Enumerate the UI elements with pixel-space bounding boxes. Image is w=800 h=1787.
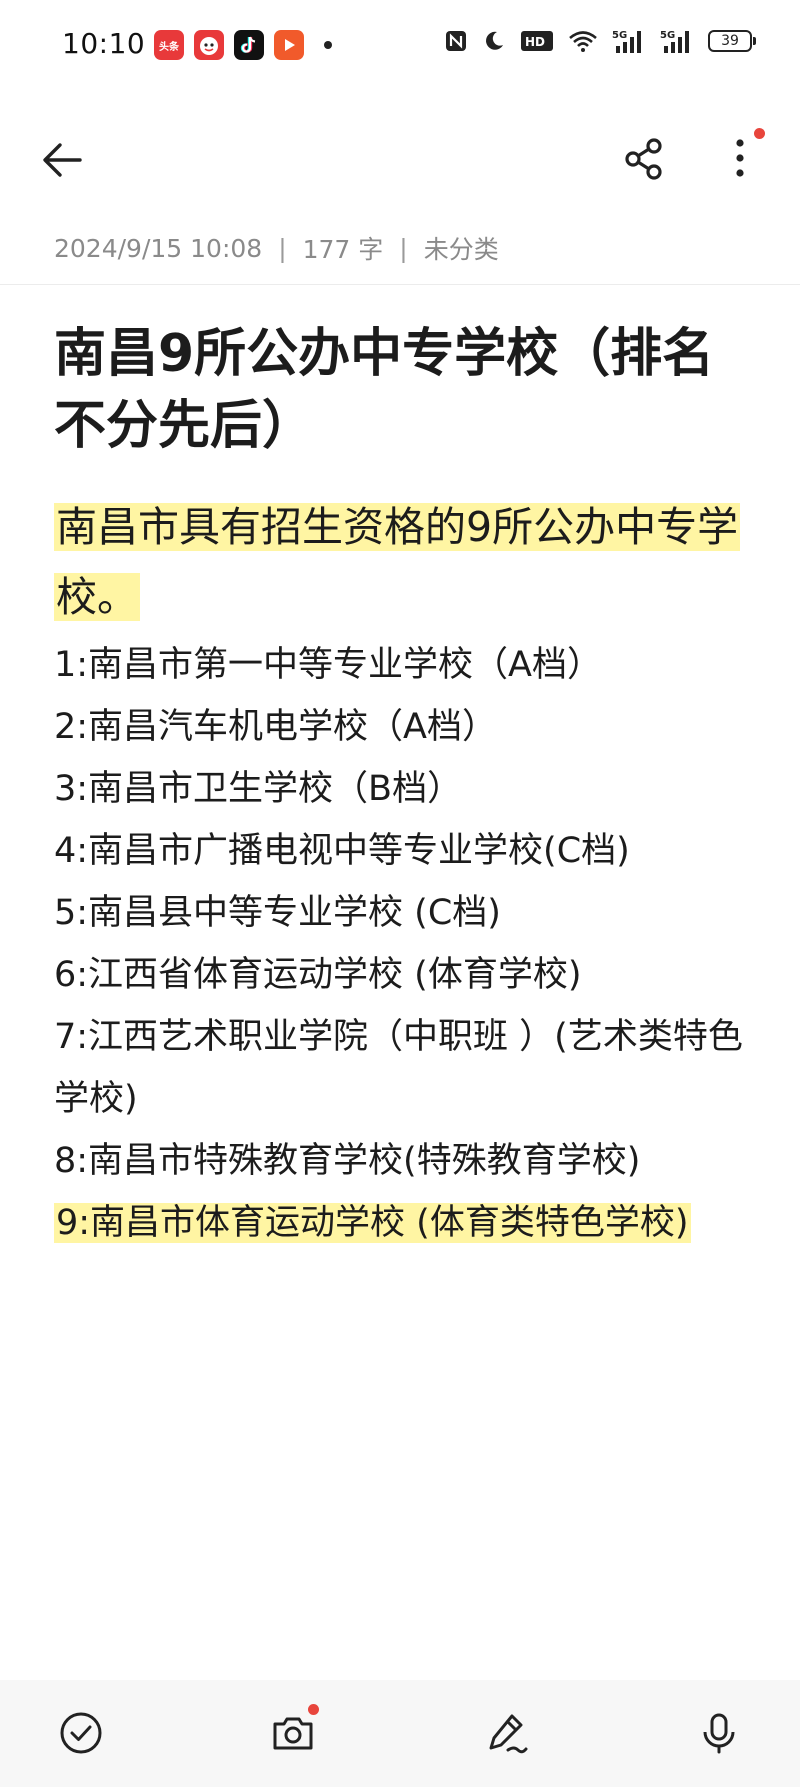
list-item: 7:江西艺术职业学院（中职班 ）(艺术类特色学校) <box>54 1017 743 1119</box>
note-subtitle: 南昌市具有招生资格的9所公办中专学校。 <box>54 492 764 632</box>
more-notification-dot <box>754 128 765 139</box>
more-vertical-icon <box>736 139 744 177</box>
microphone-icon <box>703 1713 735 1754</box>
camera-notification-dot <box>308 1704 319 1715</box>
arrow-left-icon <box>43 143 82 177</box>
camera-icon <box>273 1717 313 1750</box>
list-item: 6:江西省体育运动学校 (体育学校) <box>54 955 582 995</box>
toutiao-icon: 头条 <box>154 30 184 60</box>
notification-icons: 头条 <box>154 30 332 60</box>
battery-icon: 39 <box>708 30 756 52</box>
list-item: 2:南昌汽车机电学校（A档） <box>54 707 498 747</box>
nfc-icon <box>444 29 468 53</box>
hd-label: HD <box>525 35 545 49</box>
note-body[interactable]: 南昌市具有招生资格的9所公办中专学校。 1:南昌市第一中等专业学校（A档） 2:… <box>54 492 764 1254</box>
checkbox-icon <box>60 1712 102 1754</box>
meta-divider <box>0 284 800 285</box>
note-meta: 2024/9/15 10:08 | 177 字 | 未分类 <box>54 230 499 266</box>
network-5g-label: 5G <box>612 30 627 41</box>
video-app-icon <box>274 30 304 60</box>
note-date: 2024/9/15 10:08 <box>54 233 263 263</box>
hd-voice-icon: HD <box>520 29 554 53</box>
share-icon <box>625 138 662 180</box>
list-item: 3:南昌市卫生学校（B档） <box>54 769 463 809</box>
battery-level: 39 <box>721 33 739 49</box>
list-item: 1:南昌市第一中等专业学校（A档） <box>54 645 603 685</box>
school-list: 1:南昌市第一中等专业学校（A档） 2:南昌汽车机电学校（A档） 3:南昌市卫生… <box>54 634 764 1254</box>
share-button[interactable] <box>620 134 670 184</box>
meta-separator-2: | <box>399 233 408 263</box>
note-word-count: 177 字 <box>302 235 384 264</box>
highlighted-subtitle: 南昌市具有招生资格的9所公办中专学校。 <box>54 503 741 621</box>
moon-icon <box>482 29 506 53</box>
network-5g-label-2: 5G <box>660 30 675 41</box>
pen-icon <box>489 1714 528 1754</box>
voice-input-button[interactable] <box>692 1706 746 1760</box>
highlighted-school: 9:南昌市体育运动学校 (体育类特色学校) <box>54 1203 691 1243</box>
status-time: 10:10 <box>62 27 146 60</box>
system-icons: HD 5G 5G 39 <box>444 28 756 54</box>
signal-5g-icon: 5G <box>612 28 646 54</box>
signal-5g-icon-2: 5G <box>660 28 694 54</box>
toutiao-label: 头条 <box>159 41 179 53</box>
note-toolbar <box>0 112 800 204</box>
mascot-app-icon <box>194 30 224 60</box>
handwriting-button[interactable] <box>480 1706 534 1760</box>
note-category[interactable]: 未分类 <box>424 230 499 266</box>
bottom-toolbar <box>0 1680 800 1787</box>
more-notifications-dot <box>324 41 332 49</box>
list-item: 4:南昌市广播电视中等专业学校(C档) <box>54 831 630 871</box>
tiktok-icon <box>234 30 264 60</box>
meta-separator: | <box>278 233 287 263</box>
checklist-button[interactable] <box>54 1706 108 1760</box>
more-options-button[interactable] <box>720 132 760 184</box>
list-item: 5:南昌县中等专业学校 (C档) <box>54 893 501 933</box>
list-item: 8:南昌市特殊教育学校(特殊教育学校) <box>54 1141 641 1181</box>
note-title[interactable]: 南昌9所公办中专学校（排名不分先后） <box>54 318 754 462</box>
status-bar: 10:10 头条 HD 5G 5G 39 <box>0 0 800 92</box>
list-item-highlighted: 9:南昌市体育运动学校 (体育类特色学校) <box>54 1192 764 1254</box>
wifi-icon <box>568 29 598 53</box>
note-screen: 10:10 头条 HD 5G 5G 39 2024/9/15 10:08 | 1… <box>0 0 800 1787</box>
back-button[interactable] <box>38 136 86 184</box>
